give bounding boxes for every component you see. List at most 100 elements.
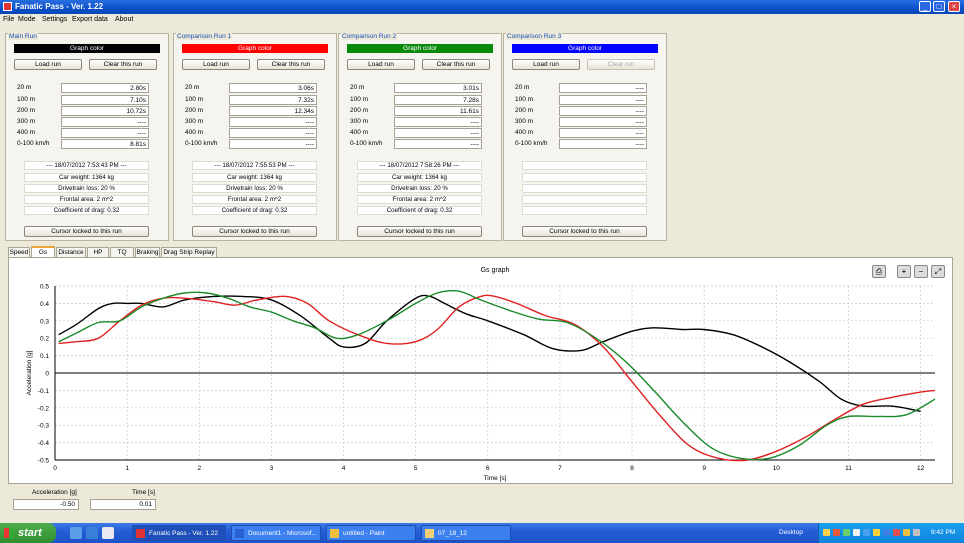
graph-color-button[interactable]: Graph color [512, 44, 658, 53]
volume-icon[interactable] [903, 529, 910, 536]
taskbar-button[interactable]: Fanatic Pass - Ver. 1.22 [132, 525, 226, 541]
x-tick-label: 1 [125, 465, 129, 472]
cursor-lock-button[interactable]: Cursor locked to this run [357, 226, 482, 237]
menu-about[interactable]: About [115, 16, 133, 23]
run-info: Drivetrain loss: 20 % [192, 184, 317, 193]
zoom-in-icon[interactable]: + [897, 265, 911, 278]
split-label: 400 m [350, 129, 369, 136]
split-value: 7.28s [394, 95, 482, 105]
tray-icon[interactable] [823, 529, 830, 536]
menu-settings[interactable]: Settings [42, 16, 67, 23]
system-tray: Desktop 9:42 PM [779, 523, 964, 543]
x-tick-label: 2 [197, 465, 201, 472]
tray-icon[interactable] [873, 529, 880, 536]
gs-chart[interactable]: Gs graph 0.5 0.4 0.3 0.2 0.1 0 -0.1 -0.2 -0.3 -0.4… [9, 258, 954, 485]
series-line-2 [58, 290, 936, 461]
load-run-button[interactable]: Load run [182, 59, 250, 70]
menu-mode[interactable]: Mode [18, 16, 36, 23]
taskbar-button[interactable]: untitled - Paint [326, 525, 416, 541]
clock[interactable]: 9:42 PM [931, 529, 955, 536]
x-axis-label: Time [s] [484, 475, 507, 482]
clear-run-button[interactable]: Clear this run [422, 59, 490, 70]
media-player-icon[interactable] [102, 527, 114, 539]
taskbar-button[interactable]: Document1 - Microsof... [231, 525, 321, 541]
run-info [522, 206, 647, 215]
cursor-lock-button[interactable]: Cursor locked to this run [192, 226, 317, 237]
tray-icon[interactable] [883, 529, 890, 536]
split-value: ---- [61, 117, 149, 127]
graph-color-button[interactable]: Graph color [182, 44, 328, 53]
tab-speed[interactable]: Speed [8, 247, 30, 257]
split-label: 100 m [350, 96, 369, 103]
cursor-lock-button[interactable]: Cursor locked to this run [522, 226, 647, 237]
split-label: 300 m [185, 118, 204, 125]
show-desktop-icon[interactable] [70, 527, 82, 539]
load-run-button[interactable]: Load run [14, 59, 82, 70]
run-info: Car weight: 1364 kg [192, 173, 317, 182]
y-tick-label: 0.2 [40, 336, 49, 343]
split-value: 2.80s [61, 83, 149, 93]
split-label: 20 m [350, 84, 365, 91]
close-button[interactable]: × [948, 1, 960, 12]
task-app-icon [330, 529, 339, 538]
y-axis-label: Acceleration [g] [26, 350, 33, 395]
fit-icon[interactable]: ⤢ [931, 265, 945, 278]
network-icon[interactable] [913, 529, 920, 536]
menu-export-data[interactable]: Export data [72, 16, 108, 23]
split-label: 20 m [17, 84, 32, 91]
split-value: ---- [559, 106, 647, 116]
run-info: Frontal area: 2 m^2 [192, 195, 317, 204]
split-value: 3.06s [229, 83, 317, 93]
run-info: Coefficient of drag: 0.32 [357, 206, 482, 215]
split-value: 3.01s [394, 83, 482, 93]
split-label: 200 m [350, 107, 369, 114]
tab-hp[interactable]: HP [87, 247, 109, 257]
run-info: Coefficient of drag: 0.32 [192, 206, 317, 215]
x-tick-label: 4 [342, 465, 346, 472]
graph-color-button[interactable]: Graph color [14, 44, 160, 53]
tab-distance[interactable]: Distance [56, 247, 86, 257]
panel-title: Comparison Run 3 [506, 33, 563, 40]
tray-icon[interactable] [853, 529, 860, 536]
tab-tq[interactable]: TQ [110, 247, 134, 257]
x-tick-label: 6 [486, 465, 490, 472]
split-label: 200 m [515, 107, 534, 114]
clear-run-button[interactable]: Clear this run [257, 59, 325, 70]
title-bar: Fanatic Pass - Ver. 1.22 _ □ × [0, 0, 964, 14]
load-run-button[interactable]: Load run [512, 59, 580, 70]
tray-icon[interactable] [863, 529, 870, 536]
split-label: 100 m [17, 96, 36, 103]
tab-drag-strip-replay[interactable]: Drag Strip Replay [161, 247, 217, 257]
maximize-button[interactable]: □ [933, 1, 945, 12]
print-icon[interactable]: ⎙ [872, 265, 886, 278]
chart-title: Gs graph [481, 267, 510, 274]
split-label: 20 m [515, 84, 530, 91]
split-label: 0-100 km/h [515, 140, 548, 147]
cursor-lock-button[interactable]: Cursor locked to this run [24, 226, 149, 237]
tray-icon[interactable] [833, 529, 840, 536]
tab-braking[interactable]: Braking [135, 247, 160, 257]
load-run-button[interactable]: Load run [347, 59, 415, 70]
time-readout: 0.01 [90, 499, 156, 510]
tray-icon[interactable] [893, 529, 900, 536]
task-app-icon [425, 529, 434, 538]
minimize-button[interactable]: _ [919, 1, 931, 12]
start-button[interactable]: start [0, 523, 56, 543]
menu-file[interactable]: File [3, 16, 14, 23]
clear-run-button[interactable]: Clear run [587, 59, 655, 70]
split-label: 0-100 km/h [185, 140, 218, 147]
y-tick-label: -0.2 [38, 405, 50, 412]
acceleration-readout: -0.50 [13, 499, 79, 510]
panel-title: Comparison Run 2 [341, 33, 398, 40]
y-tick-label: 0.1 [40, 353, 49, 360]
tray-icon[interactable] [843, 529, 850, 536]
chart-area: Gs graph 0.5 0.4 0.3 0.2 0.1 0 -0.1 -0.2 -0.3 -0.4… [8, 257, 953, 484]
zoom-out-icon[interactable]: − [914, 265, 928, 278]
taskbar-button[interactable]: 07_18_12 [421, 525, 511, 541]
internet-explorer-icon[interactable] [86, 527, 98, 539]
menu-bar: File Mode Settings Export data About [0, 14, 964, 26]
desktop-toolbar-label[interactable]: Desktop [779, 529, 803, 536]
clear-run-button[interactable]: Clear this run [89, 59, 157, 70]
split-value: ---- [229, 128, 317, 138]
graph-color-button[interactable]: Graph color [347, 44, 493, 53]
